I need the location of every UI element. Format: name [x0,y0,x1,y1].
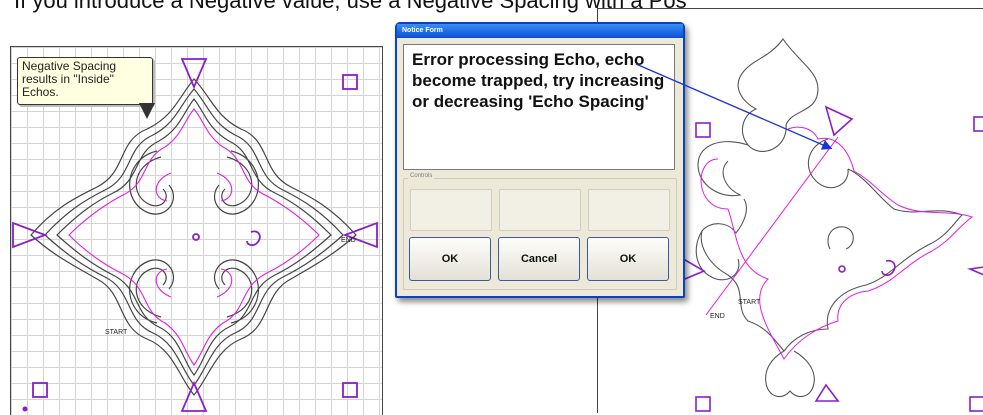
pointer-arrow [635,63,833,150]
